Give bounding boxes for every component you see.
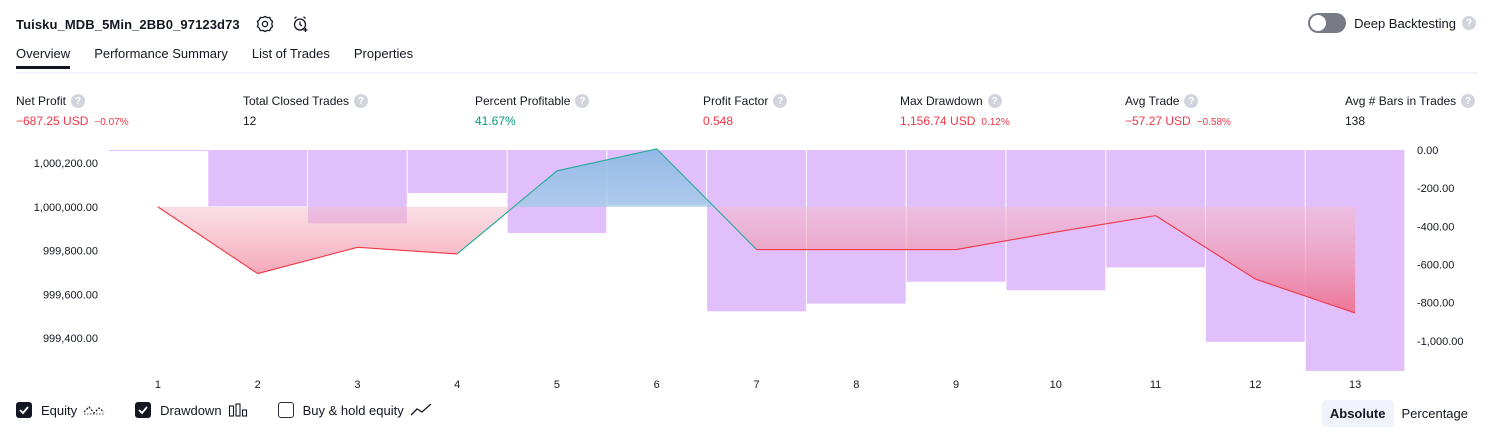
drawdown-checkbox[interactable] bbox=[135, 402, 152, 418]
drawdown-bars-icon bbox=[228, 403, 248, 417]
metric-label: Percent Profitable bbox=[475, 94, 571, 108]
deep-backtesting: Deep Backtesting ? bbox=[1308, 13, 1476, 33]
settings-icon[interactable] bbox=[254, 13, 276, 35]
tab-bar: Overview Performance Summary List of Tra… bbox=[16, 46, 437, 69]
info-icon[interactable]: ? bbox=[773, 94, 788, 108]
metric-profit-factor: Profit Factor? 0.548 bbox=[703, 94, 788, 128]
drawdown-bar bbox=[108, 150, 208, 151]
metric-label: Profit Factor bbox=[703, 94, 769, 108]
x-tick-label: 2 bbox=[255, 379, 261, 391]
deep-backtesting-toggle[interactable] bbox=[1308, 13, 1347, 33]
tab-performance-summary[interactable]: Performance Summary bbox=[94, 46, 228, 69]
legend-buy-hold[interactable]: Buy & hold equity bbox=[277, 402, 432, 418]
info-icon[interactable]: ? bbox=[354, 94, 369, 108]
metric-max-drawdown: Max Drawdown? 1,156.74 USD 0.12% bbox=[900, 94, 1010, 128]
strategy-header: Tuisku_MDB_5Min_2BB0_97123d73 bbox=[16, 12, 312, 36]
equity-label: Equity bbox=[41, 402, 78, 418]
drawdown-tick-label: -800.00 bbox=[1417, 298, 1454, 310]
x-tick-label: 8 bbox=[853, 379, 859, 391]
metric-value: 0.548 bbox=[703, 114, 734, 128]
info-icon[interactable]: ? bbox=[71, 94, 86, 108]
metric-net-profit: Net Profit? −687.25 USD −0.07% bbox=[16, 94, 129, 128]
x-tick-label: 13 bbox=[1349, 379, 1361, 391]
drawdown-tick-label: -200.00 bbox=[1417, 183, 1454, 195]
metric-label: Total Closed Trades bbox=[243, 94, 350, 108]
metric-label: Max Drawdown bbox=[900, 94, 983, 108]
help-icon[interactable]: ? bbox=[1462, 16, 1476, 30]
legend-drawdown[interactable]: Drawdown bbox=[135, 402, 247, 418]
equity-tick-label: 999,800.00 bbox=[43, 246, 98, 258]
drawdown-tick-label: -1,000.00 bbox=[1417, 336, 1463, 348]
add-alert-icon[interactable] bbox=[290, 13, 312, 35]
equity-tick-label: 999,600.00 bbox=[43, 289, 98, 301]
equity-line-icon bbox=[83, 403, 105, 417]
drawdown-tick-label: -600.00 bbox=[1417, 260, 1454, 272]
equity-checkbox[interactable] bbox=[16, 402, 32, 418]
buy-hold-checkbox[interactable] bbox=[277, 402, 294, 418]
x-tick-label: 11 bbox=[1150, 379, 1161, 391]
info-icon[interactable]: ? bbox=[1461, 94, 1476, 108]
x-tick-label: 5 bbox=[554, 379, 560, 391]
tabs-divider bbox=[16, 72, 1478, 74]
equity-tick-label: 999,400.00 bbox=[43, 333, 98, 345]
absolute-button[interactable]: Absolute bbox=[1321, 400, 1394, 427]
metric-label: Net Profit bbox=[16, 94, 67, 108]
equity-tick-label: 1,000,000.00 bbox=[34, 202, 98, 214]
metric-value: −687.25 USD bbox=[16, 114, 89, 128]
metric-avg-bars-in-trades: Avg # Bars in Trades? 138 bbox=[1345, 94, 1476, 128]
metric-label: Avg Trade bbox=[1125, 94, 1180, 108]
x-tick-label: 12 bbox=[1249, 379, 1261, 391]
info-icon[interactable]: ? bbox=[987, 94, 1002, 108]
info-icon[interactable]: ? bbox=[575, 94, 590, 108]
metric-value: 12 bbox=[243, 114, 257, 128]
deep-backtesting-label: Deep Backtesting bbox=[1354, 15, 1456, 31]
legend-equity[interactable]: Equity bbox=[16, 402, 105, 418]
metric-sub: −0.58% bbox=[1196, 117, 1231, 128]
x-tick-label: 1 bbox=[155, 379, 161, 391]
strategy-name: Tuisku_MDB_5Min_2BB0_97123d73 bbox=[16, 16, 240, 32]
buy-hold-label: Buy & hold equity bbox=[302, 402, 404, 418]
drawdown-bar bbox=[407, 150, 507, 193]
metric-value: −57.27 USD bbox=[1125, 114, 1191, 128]
drawdown-bar bbox=[208, 150, 308, 207]
display-mode-switch: Absolute Percentage bbox=[1321, 400, 1477, 427]
x-tick-label: 4 bbox=[454, 379, 460, 391]
x-tick-label: 10 bbox=[1050, 379, 1062, 391]
equity-drawdown-chart[interactable]: 1,000,200.00 1,000,000.00 999,800.00 999,60… bbox=[0, 140, 1494, 395]
drawdown-tick-label: 0.00 bbox=[1417, 145, 1438, 157]
x-tick-label: 3 bbox=[354, 379, 360, 391]
equity-tick-label: 1,000,200.00 bbox=[34, 158, 98, 170]
tab-overview[interactable]: Overview bbox=[16, 46, 71, 69]
metric-total-closed-trades: Total Closed Trades? 12 bbox=[243, 94, 369, 128]
metric-value: 138 bbox=[1345, 114, 1366, 128]
metric-percent-profitable: Percent Profitable? 41.67% bbox=[475, 94, 590, 128]
metric-value: 41.67% bbox=[475, 114, 516, 128]
toggle-knob bbox=[1310, 15, 1327, 31]
x-tick-label: 7 bbox=[753, 379, 759, 391]
info-icon[interactable]: ? bbox=[1184, 94, 1199, 108]
chart-legend: Equity Drawdown Buy & hold equity bbox=[16, 402, 462, 418]
metric-value: 1,156.74 USD bbox=[900, 114, 976, 128]
metric-sub: −0.07% bbox=[94, 117, 129, 128]
metric-label: Avg # Bars in Trades bbox=[1345, 94, 1457, 108]
drawdown-label: Drawdown bbox=[160, 402, 222, 418]
tab-list-of-trades[interactable]: List of Trades bbox=[252, 46, 330, 69]
drawdown-tick-label: -400.00 bbox=[1417, 221, 1454, 233]
x-tick-label: 6 bbox=[654, 379, 660, 391]
x-tick-label: 9 bbox=[953, 379, 959, 391]
metric-avg-trade: Avg Trade? −57.27 USD −0.58% bbox=[1125, 94, 1231, 128]
percentage-button[interactable]: Percentage bbox=[1394, 400, 1477, 427]
buy-hold-line-icon bbox=[410, 403, 432, 417]
tab-properties[interactable]: Properties bbox=[354, 46, 413, 69]
metric-sub: 0.12% bbox=[981, 117, 1010, 128]
